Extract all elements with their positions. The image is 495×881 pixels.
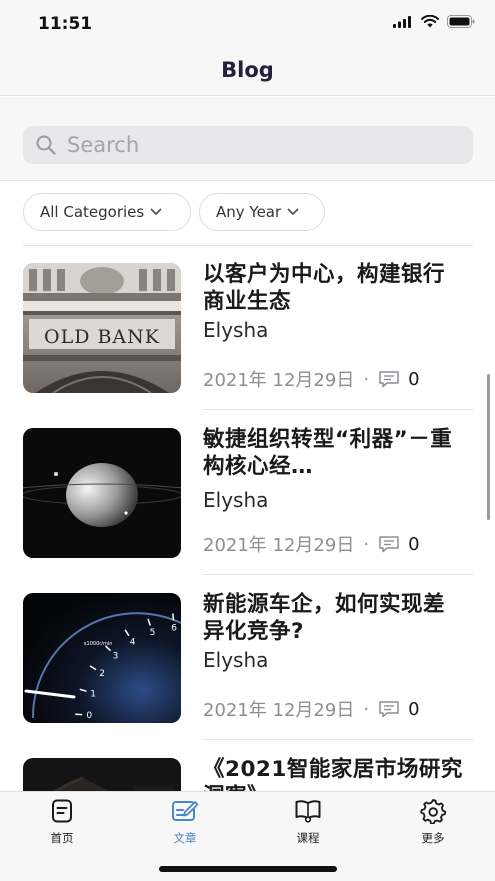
chevron-down-icon xyxy=(150,208,162,215)
article-item[interactable]: OLD BANK 以客户为中心，构建银行商业生态 Elysha 2021年 12… xyxy=(0,245,495,410)
article-title: 敏捷组织转型“利器”－重构核心经… xyxy=(203,427,453,479)
tab-label: 首页 xyxy=(50,831,74,845)
article-item[interactable]: 012345678 x1000r/min 新能源车企，如何实现差异化竞争? El… xyxy=(0,575,495,740)
article-meta: 2021年 12月29日 · 0 xyxy=(203,531,420,557)
article-date: 2021年 12月29日 xyxy=(203,700,355,721)
tab-label: 课程 xyxy=(296,831,320,845)
gauge-number: 4 xyxy=(130,638,136,648)
article-author: Elysha xyxy=(203,488,269,512)
category-filter[interactable]: All Categories xyxy=(23,193,191,231)
comment-count: 0 xyxy=(408,533,420,555)
gear-icon xyxy=(420,799,447,825)
wifi-icon xyxy=(421,15,439,28)
tab-articles[interactable]: 文章 xyxy=(155,798,215,846)
scroll-indicator[interactable] xyxy=(487,374,490,520)
status-bar: 11:51 xyxy=(0,0,495,50)
home-indicator xyxy=(159,866,337,872)
article-item[interactable]: 《2021智能家居市场研究洞察》 xyxy=(0,740,495,791)
year-filter[interactable]: Any Year xyxy=(199,193,325,231)
book-icon xyxy=(295,800,321,823)
gauge-unit-label: x1000r/min xyxy=(84,641,113,647)
meta-separator: · xyxy=(363,698,370,720)
article-meta: 2021年 12月29日 · 0 xyxy=(203,696,420,722)
gauge-number: 1 xyxy=(90,689,96,699)
edit-icon xyxy=(172,801,199,821)
gauge-number: 2 xyxy=(99,669,105,679)
tab-more[interactable]: 更多 xyxy=(403,798,463,846)
article-thumbnail-planet xyxy=(23,428,181,558)
search-placeholder: Search xyxy=(67,133,140,157)
year-filter-label: Any Year xyxy=(216,203,282,221)
battery-icon xyxy=(447,15,475,28)
gauge-number: 5 xyxy=(150,628,156,638)
signal-icon xyxy=(393,15,411,28)
article-thumbnail-speedometer: 012345678 x1000r/min xyxy=(23,593,181,723)
article-thumbnail-old-bank: OLD BANK xyxy=(23,263,181,393)
gauge-number: 6 xyxy=(171,623,177,633)
tab-home[interactable]: 首页 xyxy=(32,798,92,846)
article-thumbnail-dark-building xyxy=(23,758,181,791)
article-item[interactable]: 敏捷组织转型“利器”－重构核心经… Elysha 2021年 12月29日 · … xyxy=(0,410,495,575)
tab-label: 更多 xyxy=(421,831,445,845)
page-title: Blog xyxy=(221,58,274,82)
comment-count: 0 xyxy=(408,368,420,390)
comment-icon xyxy=(379,701,399,718)
article-title: 《2021智能家居市场研究洞察》 xyxy=(203,757,463,791)
comment-count: 0 xyxy=(408,698,420,720)
meta-separator: · xyxy=(363,368,370,390)
search-input[interactable]: Search xyxy=(23,126,473,164)
tab-courses[interactable]: 课程 xyxy=(278,798,338,846)
article-title: 新能源车企，如何实现差异化竞争? xyxy=(203,592,446,644)
status-icons xyxy=(393,15,475,28)
article-date: 2021年 12月29日 xyxy=(203,370,355,391)
old-bank-sign-text: OLD BANK xyxy=(44,326,160,348)
gauge-tick xyxy=(172,613,175,621)
category-filter-label: All Categories xyxy=(40,203,145,221)
filter-bar: All Categories Any Year xyxy=(0,182,495,244)
status-time: 11:51 xyxy=(38,14,93,34)
comment-icon xyxy=(379,536,399,553)
article-meta: 2021年 12月29日 · 0 xyxy=(203,366,420,392)
document-icon xyxy=(52,799,72,823)
gauge-number: 3 xyxy=(113,652,119,662)
search-icon xyxy=(36,135,56,155)
article-author: Elysha xyxy=(203,318,269,342)
article-author: Elysha xyxy=(203,648,269,672)
chevron-down-icon xyxy=(287,208,299,215)
article-list: OLD BANK 以客户为中心，构建银行商业生态 Elysha 2021年 12… xyxy=(0,245,495,791)
nav-bar: Blog xyxy=(0,50,495,96)
article-date: 2021年 12月29日 xyxy=(203,535,355,556)
comment-icon xyxy=(379,371,399,388)
search-section: Search xyxy=(0,97,495,181)
article-title: 以客户为中心，构建银行商业生态 xyxy=(203,262,446,314)
meta-separator: · xyxy=(363,533,370,555)
tab-label: 文章 xyxy=(173,831,197,845)
gauge-number: 0 xyxy=(86,711,92,721)
